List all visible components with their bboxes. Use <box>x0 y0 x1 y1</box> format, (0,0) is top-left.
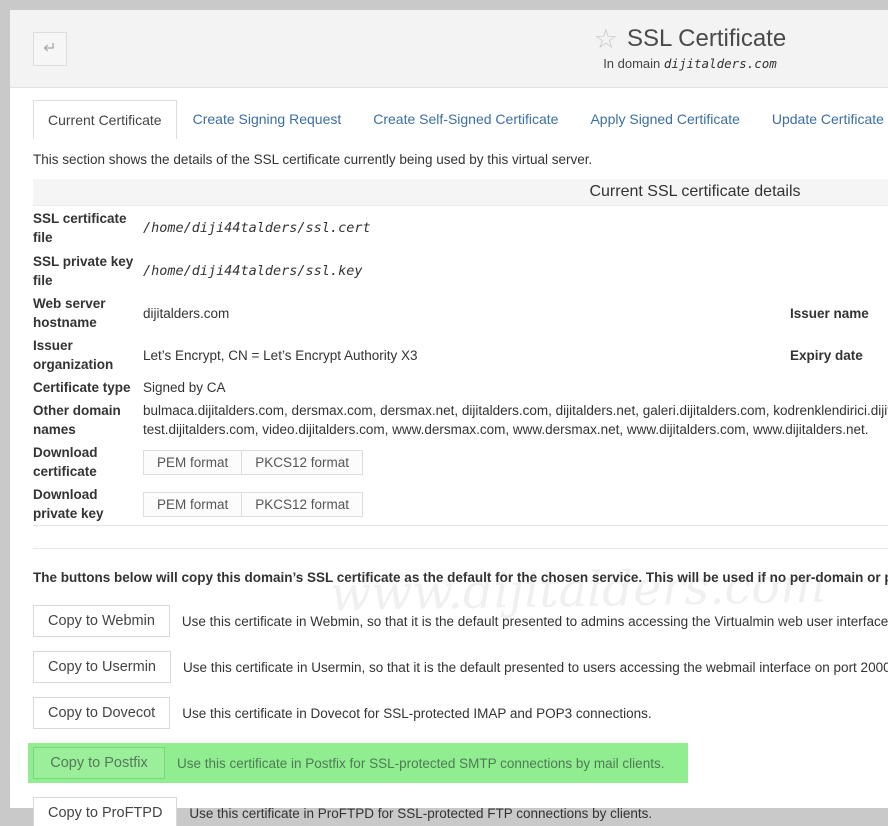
section-divider <box>33 548 888 549</box>
certificate-details-table: Current SSL certificate details SSL cert… <box>33 179 888 526</box>
hostname-value: dijitalders.com <box>143 304 790 323</box>
cert-pkcs12-format-button[interactable]: PKCS12 format <box>241 450 363 475</box>
copy-dovecot-row: Copy to Dovecot Use this certificate in … <box>33 697 888 729</box>
table-row: SSL private key file /home/diji44talders… <box>33 250 888 292</box>
copy-proftpd-description: Use this certificate in ProFTPD for SSL-… <box>189 806 652 821</box>
table-row: Web server hostname dijitalders.com Issu… <box>33 292 888 334</box>
subtitle-prefix: In domain <box>603 56 660 71</box>
download-key-label: Download private key <box>33 483 143 525</box>
cert-type-value: Signed by CA <box>143 378 790 397</box>
key-pem-format-button[interactable]: PEM format <box>143 492 242 517</box>
tab-create-self-signed[interactable]: Create Self-Signed Certificate <box>357 100 574 139</box>
cert-type-label: Certificate type <box>33 376 143 399</box>
tab-current-certificate[interactable]: Current Certificate <box>33 100 177 139</box>
page-header: ↵ ☆ SSL Certificate In domain dijitalder… <box>10 10 888 88</box>
copy-webmin-description: Use this certificate in Webmin, so that … <box>182 614 888 629</box>
copy-to-webmin-button[interactable]: Copy to Webmin <box>33 605 170 637</box>
tab-apply-signed[interactable]: Apply Signed Certificate <box>574 100 755 139</box>
table-row: Certificate type Signed by CA <box>33 376 888 399</box>
download-cert-label: Download certificate <box>33 441 143 483</box>
other-domains-label: Other domain names <box>33 399 143 441</box>
tab-create-signing-request[interactable]: Create Signing Request <box>177 100 358 139</box>
tab-update-cert-key[interactable]: Update Certificate and Key <box>756 100 888 139</box>
domain-subtitle: In domain dijitalders.com <box>10 56 888 71</box>
copy-usermin-row: Copy to Usermin Use this certificate in … <box>33 651 888 683</box>
copy-dovecot-description: Use this certificate in Dovecot for SSL-… <box>182 706 651 721</box>
other-domains-line1: bulmaca.dijitalders.com, dersmax.com, de… <box>143 401 888 420</box>
copy-to-proftpd-button[interactable]: Copy to ProFTPD <box>33 797 177 826</box>
download-key-buttons: PEM format PKCS12 format <box>143 492 790 517</box>
table-row: Other domain names bulmaca.dijitalders.c… <box>33 399 888 441</box>
domain-name: dijitalders.com <box>664 56 777 71</box>
copy-to-usermin-button[interactable]: Copy to Usermin <box>33 651 171 683</box>
other-domains-line2: test.dijitalders.com, video.dijitalders.… <box>143 420 888 439</box>
cert-file-label: SSL certificate file <box>33 207 143 249</box>
page-title: SSL Certificate <box>627 25 786 53</box>
cert-pem-format-button[interactable]: PEM format <box>143 450 242 475</box>
other-domains-value: bulmaca.dijitalders.com, dersmax.com, de… <box>143 401 888 439</box>
copy-webmin-row: Copy to Webmin Use this certificate in W… <box>33 605 888 637</box>
star-icon: ☆ <box>594 26 618 53</box>
table-row: SSL certificate file /home/diji44talders… <box>33 206 888 250</box>
expiry-date-label: Expiry date <box>790 348 888 363</box>
hostname-label: Web server hostname <box>33 292 143 334</box>
section-description: This section shows the details of the SS… <box>33 152 888 167</box>
download-cert-buttons: PEM format PKCS12 format <box>143 450 790 475</box>
main-content: Current Certificate Create Signing Reque… <box>10 88 888 826</box>
details-table-title: Current SSL certificate details <box>33 179 888 206</box>
copy-postfix-description: Use this certificate in Postfix for SSL-… <box>177 756 664 771</box>
key-file-value: /home/diji44talders/ssl.key <box>143 262 790 281</box>
cert-file-value: /home/diji44talders/ssl.cert <box>143 219 790 238</box>
table-row: Download certificate PEM format PKCS12 f… <box>33 441 888 483</box>
issuer-name-label: Issuer name <box>790 306 888 321</box>
key-pkcs12-format-button[interactable]: PKCS12 format <box>241 492 363 517</box>
copy-proftpd-row: Copy to ProFTPD Use this certificate in … <box>33 797 888 826</box>
issuer-org-value: Let’s Encrypt, CN = Let’s Encrypt Author… <box>143 346 790 365</box>
copy-usermin-description: Use this certificate in Usermin, so that… <box>183 660 888 675</box>
copy-to-postfix-button[interactable]: Copy to Postfix <box>33 747 165 779</box>
key-file-label: SSL private key file <box>33 250 143 292</box>
header-title-block: ☆ SSL Certificate In domain dijitalders.… <box>10 10 888 71</box>
copy-postfix-row-highlighted: Copy to Postfix Use this certificate in … <box>28 743 688 783</box>
issuer-org-label: Issuer organization <box>33 334 143 376</box>
tab-bar: Current Certificate Create Signing Reque… <box>33 100 888 139</box>
ssl-certificate-page: www.dijitalders.com ↵ ☆ SSL Certificate … <box>10 10 888 808</box>
table-row: Download private key PEM format PKCS12 f… <box>33 483 888 525</box>
copy-to-dovecot-button[interactable]: Copy to Dovecot <box>33 697 170 729</box>
copy-section-intro: The buttons below will copy this domain’… <box>33 570 888 585</box>
table-row: Issuer organization Let’s Encrypt, CN = … <box>33 334 888 376</box>
